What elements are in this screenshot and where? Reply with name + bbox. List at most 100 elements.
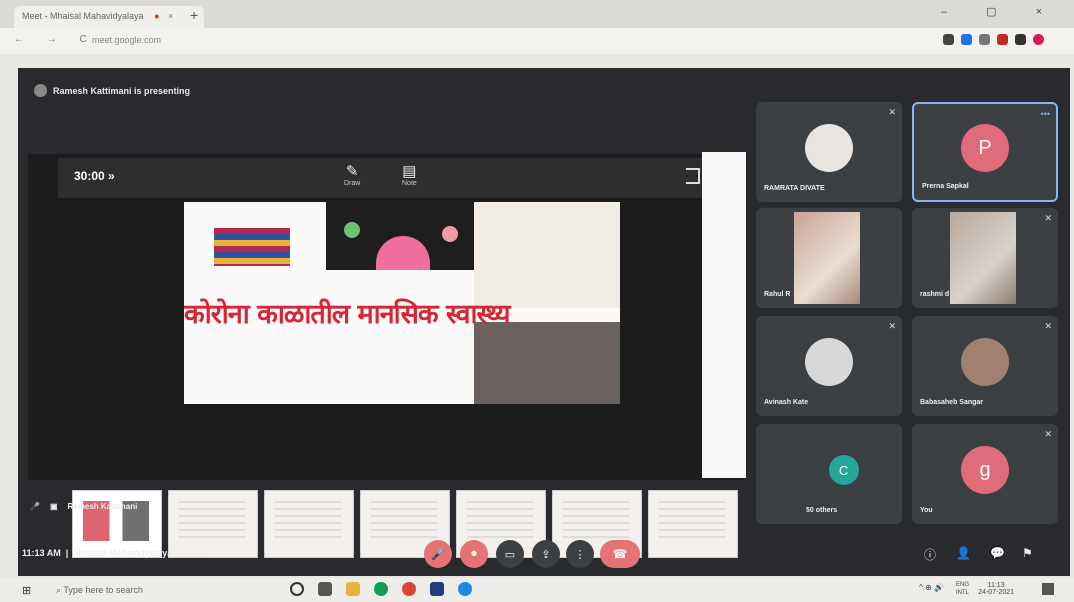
task-view-icon[interactable] <box>318 582 332 596</box>
new-tab-button[interactable]: + <box>190 7 198 23</box>
nav-buttons[interactable]: ← → C <box>14 34 97 45</box>
activities-icon[interactable]: ⚑ <box>1022 546 1033 560</box>
start-button[interactable]: ⊞ <box>22 584 31 597</box>
presenting-text: Ramesh Kattimani is presenting <box>53 85 191 96</box>
participant-name: Avinash Kate <box>764 399 809 406</box>
taskbar-apps <box>290 582 472 596</box>
more-options-button[interactable]: ⋮ <box>566 540 594 568</box>
note-label: Note <box>402 180 417 187</box>
photoshop-icon[interactable] <box>430 582 444 596</box>
avatar <box>805 338 853 386</box>
record-icon: ● <box>154 11 160 21</box>
mic-off-icon: ✕ <box>888 107 896 117</box>
taskbar: ⊞ ⌕ Type here to search ^ ⊕ 🔊 ENG INTL 11… <box>0 578 1074 602</box>
presentation-stage: 30:00 » ✎ Draw ▤ Note कोरोना काळातील मान… <box>28 154 744 558</box>
slide-illustration <box>326 202 474 270</box>
end-call-button[interactable]: ☎ <box>600 540 640 568</box>
taskbar-search[interactable]: ⌕ Type here to search <box>50 582 280 598</box>
participant-tile[interactable]: Rahul R <box>756 208 902 308</box>
extension-icon[interactable] <box>997 34 1008 45</box>
participant-name: Prerna Sapkal <box>922 183 969 190</box>
participant-tile[interactable]: Babasaheb Sangar ✕ <box>912 316 1058 416</box>
zoom-level[interactable]: 30:00 » <box>74 169 115 183</box>
draw-label: Draw <box>344 180 361 187</box>
chrome-icon[interactable] <box>402 582 416 596</box>
presenting-banner: Ramesh Kattimani is presenting <box>34 84 190 97</box>
mic-off-icon: ✕ <box>1044 213 1052 223</box>
edge-icon[interactable] <box>458 582 472 596</box>
window-controls[interactable]: – ▢ × <box>941 5 1060 18</box>
pen-icon: ✎ <box>345 163 359 180</box>
system-tray[interactable]: ^ ⊕ 🔊 <box>919 583 944 592</box>
taskbar-clock[interactable]: 11:13 24-07-2021 <box>978 582 1014 596</box>
present-icon: ▣ <box>49 502 58 511</box>
cortana-icon[interactable] <box>290 582 304 596</box>
avatar <box>805 124 853 172</box>
scroll-panel <box>702 152 746 478</box>
meeting-details: 11:13 AM | Mhaisal Mahavidyalaya Mhaisal <box>22 548 208 558</box>
draw-tool[interactable]: ✎ Draw <box>344 162 360 187</box>
participant-name: Babasaheb Sangar <box>920 399 984 406</box>
participant-tile[interactable]: P Prerna Sapkal ••• <box>912 102 1058 202</box>
address-bar: ← → C meet.google.com <box>0 28 1074 54</box>
tab-close-icon[interactable]: × <box>168 11 173 21</box>
slide: कोरोना काळातील मानसिक स्वास्थ्य <box>184 202 620 404</box>
participant-name: RAMRATA DIVATE <box>764 185 825 192</box>
extension-icon[interactable] <box>1015 34 1026 45</box>
mic-off-icon: ✕ <box>1044 429 1052 439</box>
chat-icon[interactable]: 💬 <box>990 546 1005 560</box>
extension-icons <box>943 34 1044 45</box>
app-icon[interactable] <box>374 582 388 596</box>
exit-present-icon[interactable] <box>686 168 700 184</box>
speaking-icon: ••• <box>1040 109 1050 119</box>
tab-title: Meet - Mhaisal Mahavidyalaya <box>22 11 144 21</box>
browser-tab[interactable]: Meet - Mhaisal Mahavidyalaya ● × <box>14 6 204 28</box>
meet-window: Ramesh Kattimani is presenting 30:00 » ✎… <box>18 68 1070 576</box>
participant-tile[interactable]: C 50 others <box>756 424 902 524</box>
mic-button[interactable]: 🎤 <box>424 540 452 568</box>
notification-icon[interactable] <box>1042 583 1054 595</box>
avatar: g <box>961 446 1009 494</box>
present-button[interactable]: ⇪ <box>532 540 560 568</box>
language-indicator[interactable]: ENG INTL <box>956 581 969 597</box>
extension-icon[interactable] <box>979 34 990 45</box>
participant-name: Rahul R <box>764 291 791 298</box>
avatar <box>34 84 47 97</box>
info-icon[interactable]: ⓘ <box>924 546 936 563</box>
participant-tile[interactable]: g You ✕ <box>912 424 1058 524</box>
presenter-label: 🎤 ▣ Ramesh Kattimani <box>30 502 137 511</box>
slide-books-image <box>214 228 290 266</box>
mic-off-icon: ✕ <box>1044 321 1052 331</box>
participant-tile[interactable]: RAMRATA DIVATE ✕ <box>756 102 902 202</box>
participant-name: 50 others <box>806 507 838 514</box>
slide-heading: कोरोना काळातील मानसिक स्वास्थ्य <box>184 299 511 330</box>
participant-name: rashmi d <box>920 291 950 298</box>
mic-off-icon: 🎤 <box>30 502 40 511</box>
mic-off-icon: ✕ <box>888 321 896 331</box>
file-explorer-icon[interactable] <box>346 582 360 596</box>
url-field[interactable]: meet.google.com <box>92 35 161 45</box>
chevron-down-icon: » <box>108 169 115 183</box>
browser-tab-strip: Meet - Mhaisal Mahavidyalaya ● × + – ▢ × <box>0 0 1074 28</box>
note-tool[interactable]: ▤ Note <box>402 162 417 187</box>
participant-tile[interactable]: rashmi d ✕ <box>912 208 1058 308</box>
avatar: C <box>828 455 859 485</box>
captions-button[interactable]: ▭ <box>496 540 524 568</box>
extension-icon[interactable] <box>961 34 972 45</box>
participant-video <box>794 212 860 304</box>
participant-tile[interactable]: Avinash Kate ✕ <box>756 316 902 416</box>
slide-figure-image <box>474 202 620 308</box>
participant-name: You <box>920 507 933 514</box>
extension-icon[interactable] <box>943 34 954 45</box>
slide-photo <box>474 322 620 404</box>
avatar <box>961 338 1009 386</box>
slide-toolbar: 30:00 » ✎ Draw ▤ Note <box>58 158 708 198</box>
people-icon[interactable]: 👤 <box>956 546 971 560</box>
avatar: P <box>961 124 1009 173</box>
call-controls: 11:13 AM | Mhaisal Mahavidyalaya Mhaisal… <box>18 532 1070 576</box>
camera-button[interactable]: ⏺ <box>460 540 488 568</box>
participant-video <box>950 212 1016 304</box>
profile-avatar[interactable] <box>1033 34 1044 45</box>
note-icon: ▤ <box>402 163 417 180</box>
presenter-name: Ramesh Kattimani <box>67 502 138 511</box>
